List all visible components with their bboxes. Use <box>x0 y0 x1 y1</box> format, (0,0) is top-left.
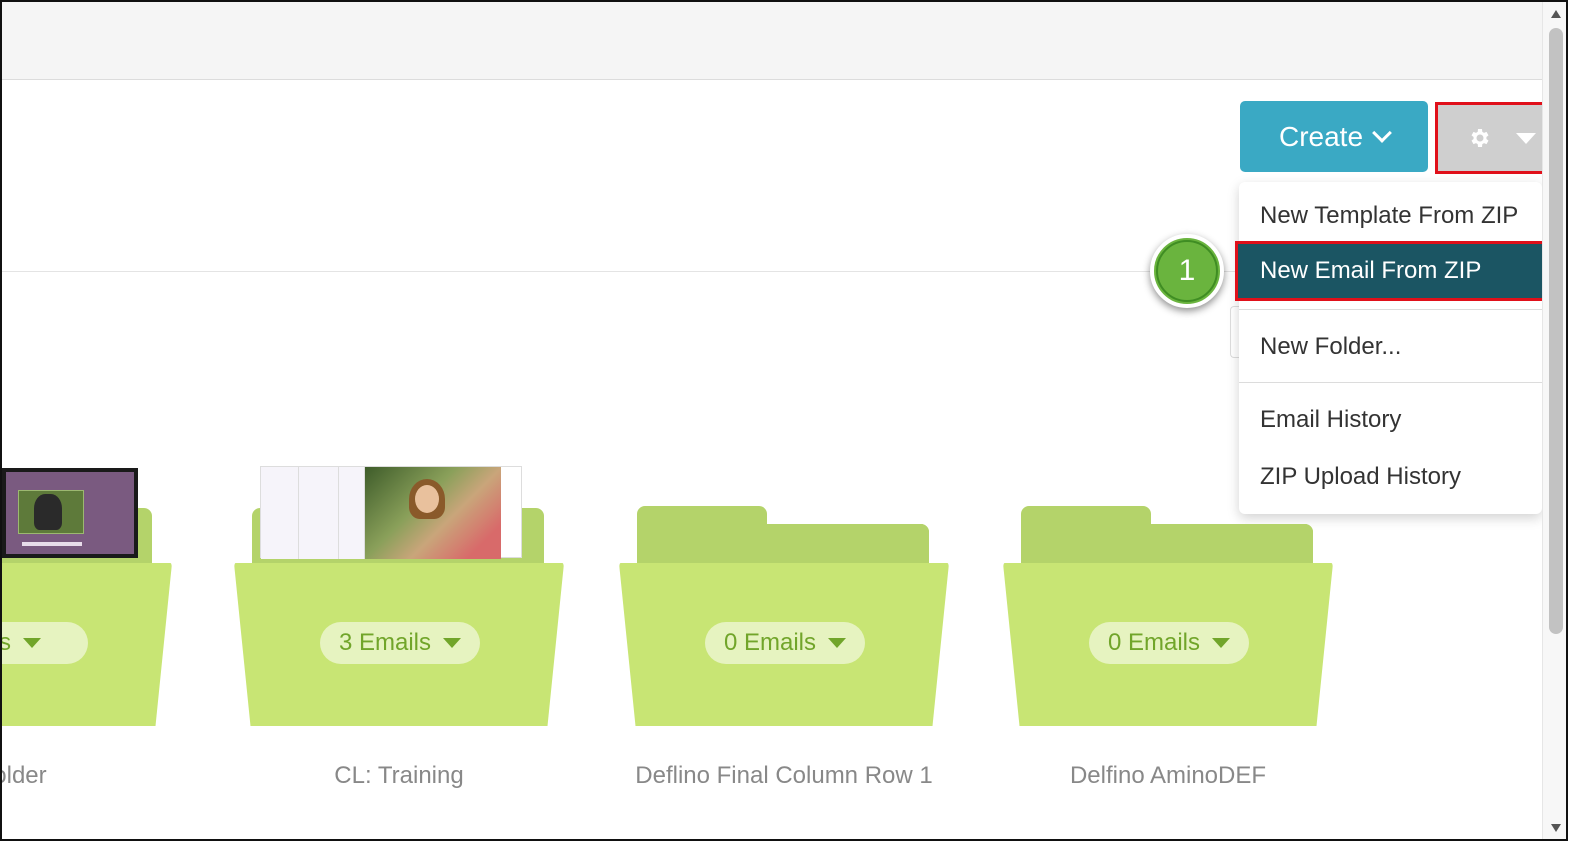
create-button-label: Create <box>1278 120 1364 152</box>
caret-down-icon <box>1516 133 1536 144</box>
menu-item-new-folder[interactable]: New Folder... <box>1239 320 1542 374</box>
menu-item-label: New Email From ZIP <box>1260 257 1482 284</box>
folder-card[interactable]: 0 Emails Delfino AminoDEF <box>1003 462 1333 802</box>
create-button[interactable]: Create <box>1240 101 1428 172</box>
top-bar <box>2 2 1542 80</box>
folder-name[interactable]: Deflino Final Column Row 1 <box>619 762 949 790</box>
menu-divider <box>1239 309 1542 310</box>
step-number: 1 <box>1178 254 1196 287</box>
email-count-dropdown[interactable]: 0 Emails <box>1089 622 1249 664</box>
email-count: 3 Emails <box>338 629 432 656</box>
email-count: ails <box>0 629 11 656</box>
caret-down-icon <box>23 638 41 648</box>
chevron-down-icon <box>1372 122 1392 143</box>
step-callout-badge: 1 <box>1150 234 1224 308</box>
email-count-dropdown[interactable]: 0 Emails <box>705 622 865 664</box>
menu-item-new-email-from-zip[interactable]: New Email From ZIP <box>1235 241 1545 301</box>
gear-icon <box>1471 129 1489 147</box>
settings-dropdown-button[interactable] <box>1435 102 1545 174</box>
menu-divider <box>1239 382 1542 383</box>
email-thumbnail <box>260 466 522 559</box>
menu-item-new-template-from-zip[interactable]: New Template From ZIP <box>1239 189 1542 243</box>
caret-down-icon <box>828 638 847 648</box>
email-count: 0 Emails <box>1107 629 1201 656</box>
scroll-down-arrow-icon[interactable] <box>1551 824 1561 832</box>
app-window: Create New Template From ZIP New Email F… <box>0 0 1568 841</box>
menu-item-label: Email History <box>1260 406 1402 433</box>
menu-item-label: New Template From ZIP <box>1260 202 1519 229</box>
folder-name[interactable]: 's Folder <box>2 762 166 790</box>
caret-down-icon <box>1212 638 1231 648</box>
folder-card[interactable]: 3 Emails CL: Training <box>234 462 564 802</box>
dog-image <box>34 494 62 530</box>
menu-item-email-history[interactable]: Email History <box>1239 393 1542 447</box>
email-count-dropdown[interactable]: 3 Emails <box>320 622 480 664</box>
email-count-dropdown[interactable]: ails <box>0 622 88 664</box>
caret-down-icon <box>443 638 462 648</box>
folder-card[interactable]: ails 's Folder <box>0 462 172 802</box>
email-count: 0 Emails <box>723 629 817 656</box>
folder-name[interactable]: CL: Training <box>234 762 564 790</box>
menu-item-label: New Folder... <box>1260 333 1402 360</box>
folder-name[interactable]: Delfino AminoDEF <box>1003 762 1333 790</box>
vertical-scrollbar[interactable] <box>1542 2 1566 839</box>
scroll-up-arrow-icon[interactable] <box>1551 10 1561 18</box>
email-thumbnail <box>2 468 138 558</box>
section-divider <box>2 271 1238 272</box>
folder-card[interactable]: 0 Emails Deflino Final Column Row 1 <box>619 462 949 802</box>
scrollbar-thumb[interactable] <box>1549 28 1563 634</box>
